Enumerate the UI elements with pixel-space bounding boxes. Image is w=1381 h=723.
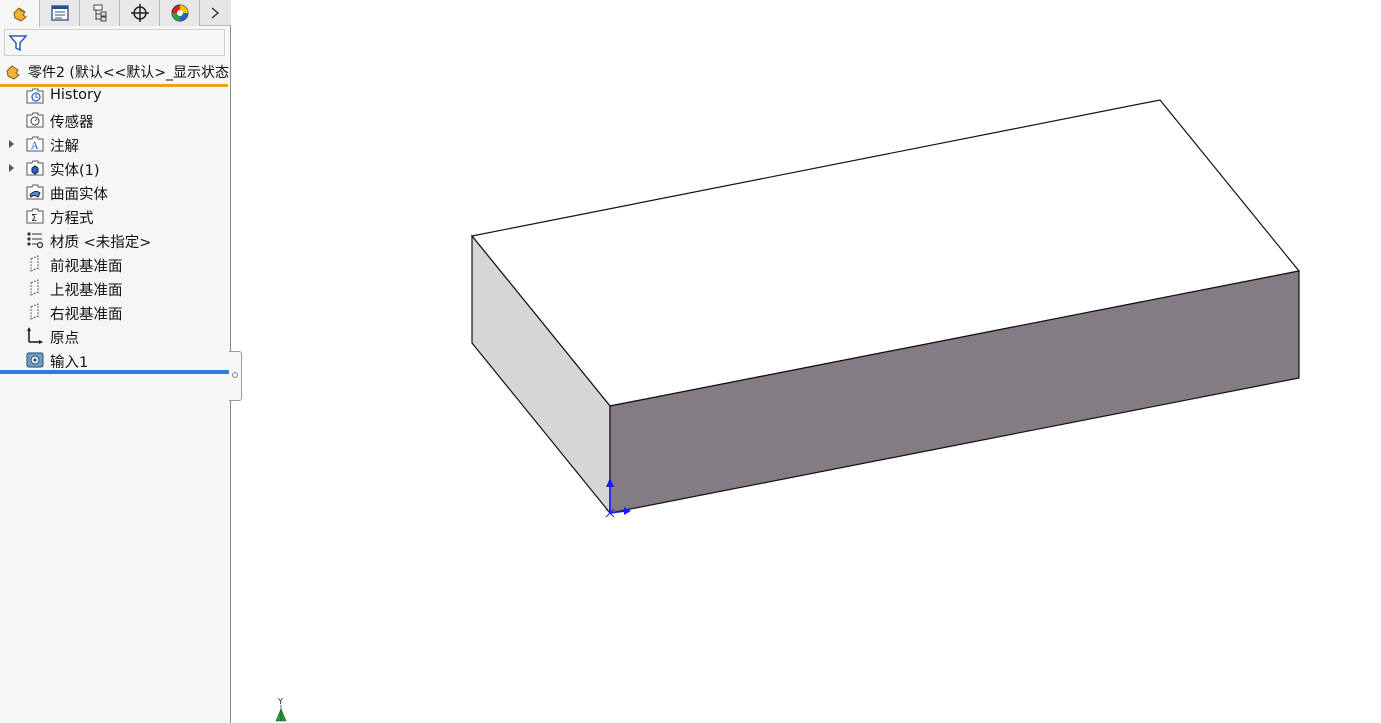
tree-item-label: 传感器 <box>50 115 94 131</box>
triad-y-label: Y <box>277 697 283 706</box>
crosshair-icon <box>130 4 149 22</box>
tree-item-label: 曲面实体 <box>50 187 108 203</box>
tree-item-label: History <box>50 87 102 103</box>
plane-icon <box>30 303 39 320</box>
tree-item-material[interactable]: 材质 <未指定> <box>0 228 231 252</box>
tree-item-label: 实体(1) <box>50 163 100 179</box>
plane-icon <box>30 255 39 272</box>
expand-arrow-icon[interactable] <box>8 139 16 149</box>
svg-text:Σ: Σ <box>31 213 37 224</box>
tree-item-sensors[interactable]: 传感器 <box>0 108 231 132</box>
feature-manager-panel: 零件2 (默认<<默认>_显示状态 History 传感器 A 注解 实体(1)… <box>0 0 231 723</box>
expand-arrow-icon[interactable] <box>8 163 16 173</box>
configuration-icon <box>93 4 106 22</box>
filter-icon <box>8 34 28 51</box>
more-tabs-button[interactable] <box>200 0 230 26</box>
tree-item-right-plane[interactable]: 右视基准面 <box>0 300 231 324</box>
sensors-folder-icon <box>26 112 44 128</box>
solid-bodies-folder-icon <box>26 160 44 176</box>
feature-tree: History 传感器 A 注解 实体(1) 曲面实体 Σ 方程式 材质 <未指… <box>0 84 231 372</box>
tree-item-label: 材质 <未指定> <box>50 235 152 251</box>
manager-tab-bar <box>0 0 231 27</box>
configuration-manager-tab[interactable] <box>80 0 120 26</box>
tree-item-label: 注解 <box>50 139 79 155</box>
tree-item-solid-bodies[interactable]: 实体(1) <box>0 156 231 180</box>
feature-manager-tab[interactable] <box>0 0 40 27</box>
reference-triad-icon: Y <box>275 697 287 722</box>
svg-text:A: A <box>30 141 39 152</box>
tree-item-equations[interactable]: Σ 方程式 <box>0 204 231 228</box>
part-icon <box>6 64 20 80</box>
tree-item-surface-bodies[interactable]: 曲面实体 <box>0 180 231 204</box>
tree-item-front-plane[interactable]: 前视基准面 <box>0 252 231 276</box>
plane-icon <box>30 279 39 296</box>
history-folder-icon <box>26 88 44 104</box>
tree-item-label: 前视基准面 <box>50 259 123 275</box>
imported-body-icon <box>26 352 44 368</box>
surface-bodies-folder-icon <box>26 184 44 200</box>
display-manager-tab[interactable] <box>160 0 200 26</box>
tree-root-label: 零件2 (默认<<默认>_显示状态 <box>28 64 230 81</box>
part-icon <box>12 6 27 22</box>
appearance-icon <box>171 4 188 22</box>
tree-item-label: 右视基准面 <box>50 307 123 323</box>
origin-icon <box>27 327 43 344</box>
tree-item-label: 方程式 <box>50 211 94 227</box>
tree-root-part[interactable]: 零件2 (默认<<默认>_显示状态 <box>0 59 231 84</box>
tree-item-import1[interactable]: 输入1 <box>0 348 231 372</box>
dimxpert-manager-tab[interactable] <box>120 0 160 26</box>
tree-filter-box[interactable] <box>4 29 225 56</box>
graphics-viewport[interactable]: Y <box>232 0 1381 723</box>
material-icon <box>27 232 44 249</box>
annotations-folder-icon: A <box>26 136 44 152</box>
tree-item-label: 输入1 <box>50 355 89 371</box>
tree-item-annotations[interactable]: A 注解 <box>0 132 231 156</box>
chevron-right-icon <box>211 7 220 19</box>
tree-item-label: 原点 <box>50 331 79 347</box>
property-manager-tab[interactable] <box>40 0 80 26</box>
property-icon <box>50 5 69 21</box>
tree-item-history[interactable]: History <box>0 84 231 108</box>
rollback-bar[interactable] <box>0 370 229 374</box>
tree-item-label: 上视基准面 <box>50 283 123 299</box>
tree-item-top-plane[interactable]: 上视基准面 <box>0 276 231 300</box>
tree-item-origin[interactable]: 原点 <box>0 324 231 348</box>
equations-folder-icon: Σ <box>26 208 44 224</box>
